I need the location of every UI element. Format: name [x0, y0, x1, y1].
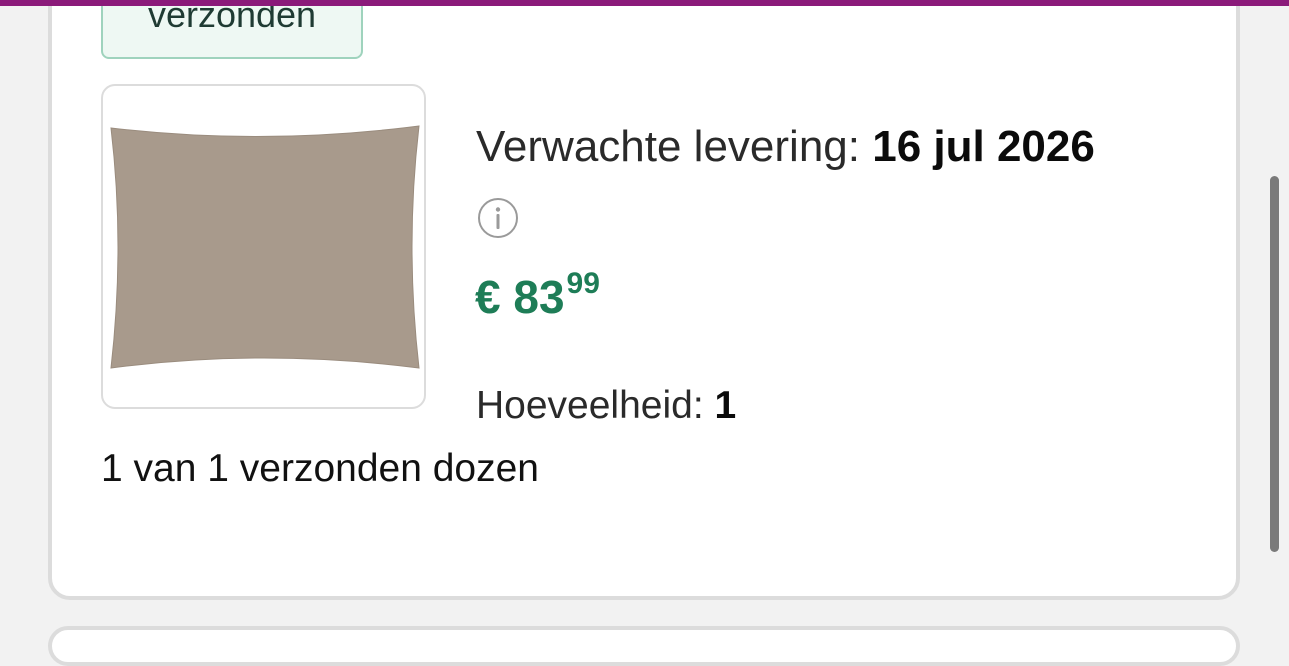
- shipped-boxes-text: 1 van 1 verzonden dozen: [101, 447, 539, 490]
- shade-sail-illustration: [110, 125, 420, 369]
- next-order-card: [48, 626, 1240, 666]
- price: € 8399: [475, 267, 600, 324]
- quantity-label: Hoeveelheid:: [476, 384, 704, 427]
- top-accent-bar: [0, 0, 1289, 6]
- quantity-value: 1: [714, 384, 737, 427]
- vertical-scrollbar[interactable]: [1270, 176, 1279, 552]
- status-badge: verzonden: [101, 0, 363, 59]
- quantity: Hoeveelheid: 1: [476, 384, 736, 428]
- product-image[interactable]: [101, 84, 426, 409]
- price-cents: 99: [566, 267, 600, 300]
- expected-delivery: Verwachte levering: 16 jul 2026: [476, 122, 1095, 172]
- delivery-label: Verwachte levering:: [476, 122, 860, 171]
- price-main: € 83: [475, 271, 565, 323]
- info-icon[interactable]: [477, 197, 519, 239]
- delivery-date: 16 jul 2026: [872, 122, 1095, 171]
